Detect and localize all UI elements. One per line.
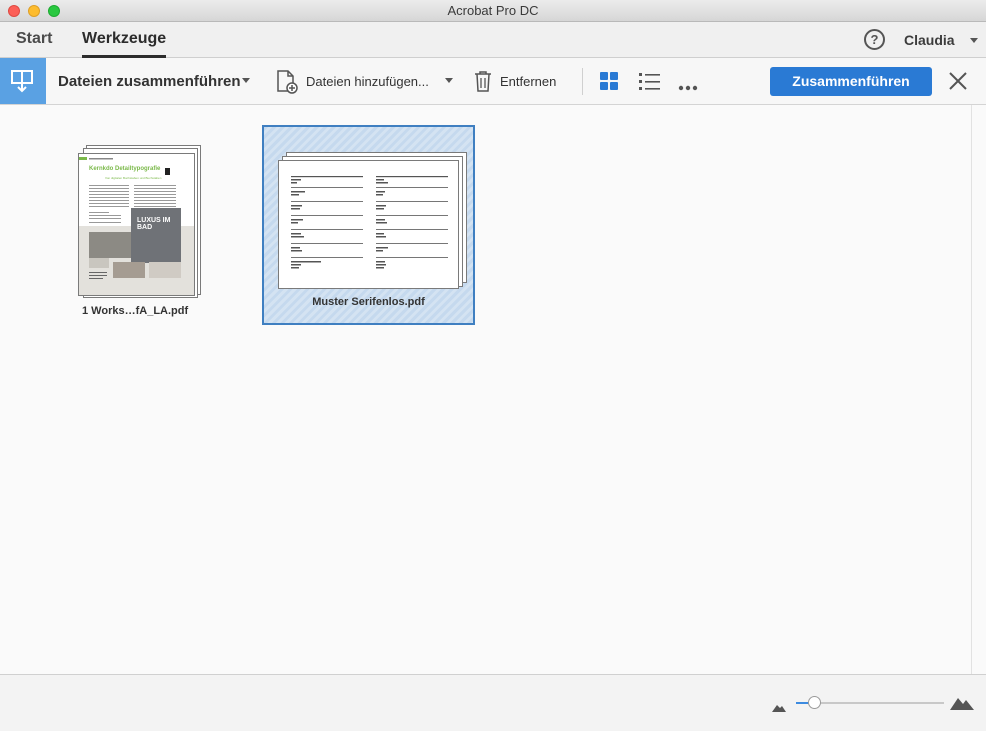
thumbnail-subheading: Von digitalen Buchstaben und Buchstaben [105, 176, 162, 180]
file-name-label: Muster Serifenlos.pdf [312, 296, 425, 308]
file-page-preview: Kernkdo Detailtypografie Von digitalen B… [78, 153, 195, 296]
user-menu-chevron-down-icon[interactable] [970, 38, 978, 43]
merge-button[interactable]: Zusammenführen [770, 67, 932, 96]
remove-button[interactable]: Entfernen [500, 58, 556, 105]
zoom-in-mountain-icon[interactable] [950, 695, 974, 710]
list-view-icon[interactable] [639, 72, 660, 91]
combine-files-tool-icon[interactable] [0, 58, 46, 104]
tab-start[interactable]: Start [16, 22, 52, 58]
grid-view-icon[interactable] [600, 72, 619, 91]
window-close-button[interactable] [8, 5, 20, 17]
file-thumbnail-selected[interactable]: Muster Serifenlos.pdf [262, 125, 475, 325]
more-options-icon[interactable] [678, 78, 698, 91]
user-menu[interactable]: Claudia [904, 22, 955, 58]
tool-name-dropdown[interactable]: Dateien zusammenführen [58, 58, 241, 105]
top-navigation: Start Werkzeuge ? Claudia [0, 22, 986, 58]
window-titlebar: Acrobat Pro DC [0, 0, 986, 22]
slider-thumb[interactable] [807, 696, 821, 709]
file-name-label: 1 Works…fA_LA.pdf [82, 305, 189, 317]
help-icon[interactable]: ? [864, 29, 885, 50]
window-minimize-button[interactable] [28, 5, 40, 17]
toolbar-divider [582, 68, 583, 95]
window-title: Acrobat Pro DC [447, 3, 539, 18]
tab-werkzeuge[interactable]: Werkzeuge [82, 22, 167, 58]
add-files-chevron-down-icon[interactable] [445, 78, 453, 83]
add-file-icon[interactable] [274, 69, 300, 95]
close-tool-icon[interactable] [948, 71, 968, 91]
file-page-preview [278, 160, 459, 289]
page-preview-graphic [291, 176, 448, 269]
window-maximize-button[interactable] [48, 5, 60, 17]
thumbnail-heading: Kernkdo Detailtypografie [89, 166, 161, 172]
vertical-scrollbar[interactable] [971, 105, 986, 674]
tool-name-chevron-down-icon[interactable] [242, 78, 250, 83]
trash-icon[interactable] [471, 69, 495, 93]
file-thumbnail[interactable]: Kernkdo Detailtypografie Von digitalen B… [60, 135, 210, 325]
thumbnail-image-text: LUXUS IM BAD [137, 217, 171, 231]
zoom-out-mountain-icon[interactable] [772, 699, 786, 712]
tool-toolbar: Dateien zusammenführen Dateien hinzufüge… [0, 58, 986, 105]
add-files-button[interactable]: Dateien hinzufügen... [306, 58, 429, 105]
